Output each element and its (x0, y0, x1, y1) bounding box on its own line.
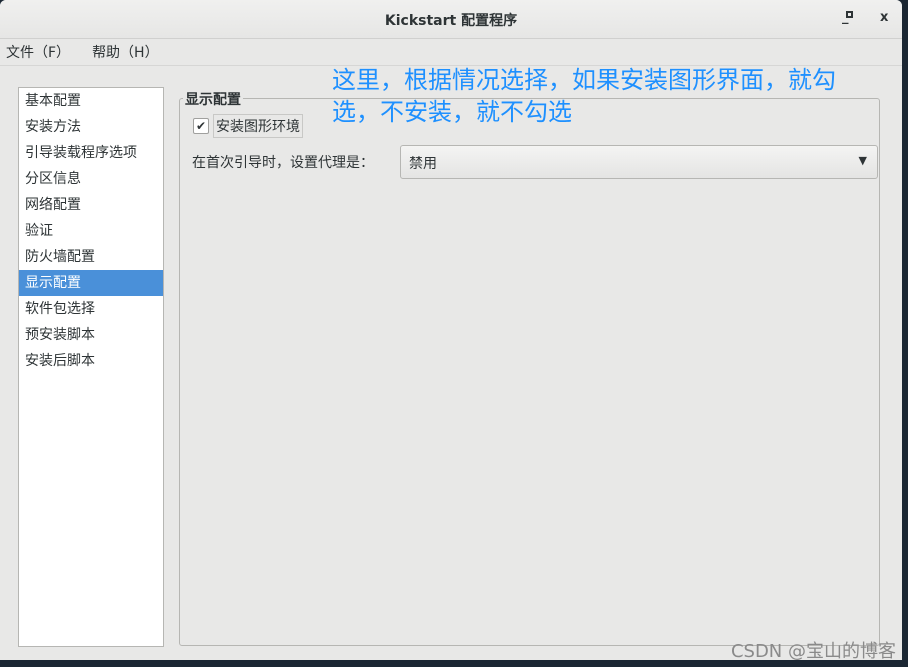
menu-file[interactable]: 文件（F） (0, 42, 78, 62)
checkmark-icon[interactable]: ✔ (193, 118, 209, 134)
close-button[interactable]: x (880, 10, 888, 25)
sidebar: 基本配置 安装方法 引导装载程序选项 分区信息 网络配置 验证 防火墙配置 显示… (18, 87, 164, 647)
window-title: Kickstart 配置程序 (384, 13, 518, 29)
section-title: 显示配置 (183, 89, 243, 109)
sidebar-item-auth[interactable]: 验证 (19, 218, 163, 244)
menu-help[interactable]: 帮助（H） (86, 42, 167, 62)
proxy-select-value: 禁用 (409, 156, 437, 172)
maximize-button[interactable] (846, 11, 853, 18)
sidebar-item-firewall[interactable]: 防火墙配置 (19, 244, 163, 270)
title-bar: Kickstart 配置程序 _ x (0, 0, 902, 39)
sidebar-item-network[interactable]: 网络配置 (19, 192, 163, 218)
display-config-frame (179, 98, 880, 646)
sidebar-item-basic[interactable]: 基本配置 (19, 88, 163, 114)
proxy-label: 在首次引导时，设置代理是： (192, 155, 374, 171)
kickstart-window: Kickstart 配置程序 _ x 文件（F） 帮助（H） 基本配置 安装方法… (0, 0, 902, 660)
sidebar-item-install-method[interactable]: 安装方法 (19, 114, 163, 140)
sidebar-item-pre-script[interactable]: 预安装脚本 (19, 322, 163, 348)
install-gui-label: 安装图形环境 (213, 114, 303, 138)
sidebar-item-display[interactable]: 显示配置 (19, 270, 163, 296)
sidebar-item-partition[interactable]: 分区信息 (19, 166, 163, 192)
install-gui-checkbox[interactable]: ✔ 安装图形环境 (193, 114, 303, 138)
sidebar-item-bootloader[interactable]: 引导装载程序选项 (19, 140, 163, 166)
proxy-select[interactable]: 禁用 ▼ (400, 145, 878, 179)
chevron-down-icon: ▼ (858, 154, 867, 167)
menu-bar: 文件（F） 帮助（H） (0, 39, 902, 66)
sidebar-item-post-script[interactable]: 安装后脚本 (19, 348, 163, 374)
watermark: CSDN @宝山的博客 (730, 641, 896, 662)
sidebar-item-packages[interactable]: 软件包选择 (19, 296, 163, 322)
annotation-text: 这里，根据情况选择，如果安装图形界面，就勾选，不安装，就不勾选 (332, 66, 836, 126)
